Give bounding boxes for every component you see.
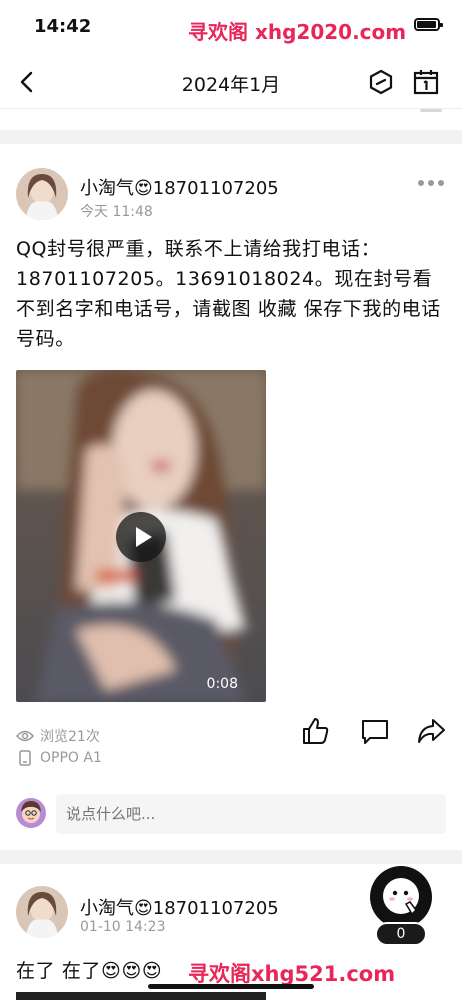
mascot-icon: [383, 878, 419, 916]
watermark-top: 寻欢阁 xhg2020.com: [188, 20, 407, 44]
nav-bar: 2024年1月: [0, 56, 462, 108]
post-card: 小淘气😍18701107205 今天 11:48 QQ封号很严重，联系不上请给我…: [0, 144, 462, 850]
share-icon[interactable]: [416, 716, 446, 746]
floating-assistant-button[interactable]: [370, 866, 432, 928]
next-media-preview: [16, 992, 266, 1000]
my-avatar[interactable]: [16, 798, 46, 828]
eye-icon: [16, 730, 34, 742]
more-options-icon[interactable]: [418, 178, 444, 188]
previous-post-remnant: [0, 108, 462, 130]
video-duration: 0:08: [206, 676, 238, 692]
post-text: QQ封号很严重，联系不上请给我打电话：18701107205。136910180…: [16, 238, 441, 350]
author-avatar[interactable]: [16, 886, 68, 938]
status-time: 14:42: [34, 16, 92, 37]
author-avatar[interactable]: [16, 168, 68, 220]
separator: [0, 850, 462, 864]
view-count-text: 浏览21次: [40, 729, 100, 745]
play-icon[interactable]: [116, 512, 166, 562]
home-indicator: [148, 984, 314, 989]
floating-count-badge: 0: [375, 922, 427, 946]
author-name[interactable]: 小淘气😍18701107205: [80, 174, 279, 200]
device-info: OPPO A1: [16, 750, 102, 766]
phone-icon: [19, 750, 31, 766]
comment-input[interactable]: [56, 794, 446, 834]
separator: [0, 130, 462, 144]
calendar-icon[interactable]: [412, 68, 440, 96]
view-count: 浏览21次: [16, 726, 100, 746]
post-time: 今天 11:48: [80, 204, 153, 220]
author-name[interactable]: 小淘气😍18701107205: [80, 894, 279, 920]
battery-icon: [414, 18, 443, 31]
post-time: 01-10 14:23: [80, 919, 166, 935]
device-text: OPPO A1: [40, 750, 102, 766]
video-thumbnail[interactable]: 0:08: [16, 370, 266, 702]
like-icon[interactable]: [300, 716, 330, 746]
status-icons: [414, 18, 443, 31]
hexagon-icon[interactable]: [368, 68, 394, 96]
comment-icon[interactable]: [360, 716, 390, 746]
